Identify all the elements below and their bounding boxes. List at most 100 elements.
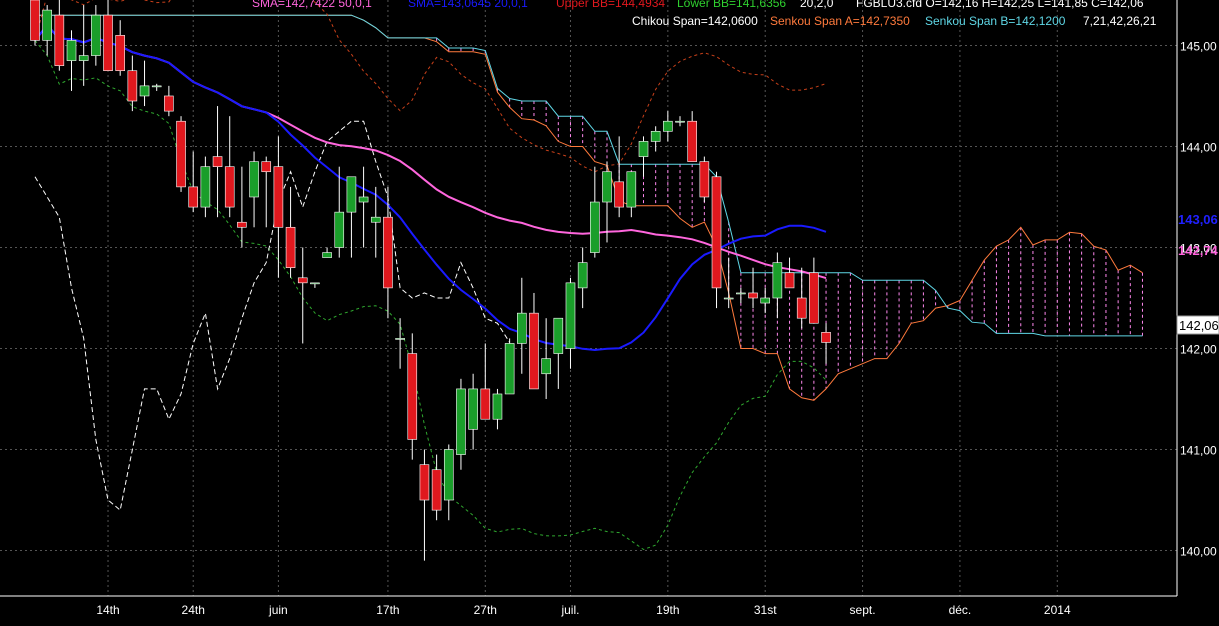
candle <box>821 323 831 364</box>
y-tick-label: 145,00 <box>1180 39 1217 53</box>
candle-body <box>809 272 819 324</box>
candle-body <box>297 277 308 284</box>
candle-body <box>42 9 52 41</box>
sma50-readout: SMA=142,7422 50,0,1 <box>252 0 372 10</box>
candle <box>103 0 113 72</box>
y-tick-label: 141,00 <box>1180 444 1217 458</box>
candle-body <box>212 156 223 167</box>
candle <box>590 166 600 258</box>
axes <box>0 0 1178 597</box>
candle <box>42 5 52 56</box>
candle-body <box>784 272 795 289</box>
candle-body <box>480 388 491 420</box>
candle-body <box>650 131 661 142</box>
sma20-readout: SMA=143,0645 20,0,1 <box>408 0 528 10</box>
candle <box>541 318 551 400</box>
upper-bb-readout: Upper BB=144,4934 <box>556 0 666 10</box>
candle-body <box>127 70 138 102</box>
candle <box>614 136 624 218</box>
candle-body <box>249 161 259 198</box>
candle <box>176 116 186 192</box>
candle-body <box>675 120 685 123</box>
candle <box>809 257 819 324</box>
candle <box>164 85 174 117</box>
candle <box>322 247 332 258</box>
candle-body <box>176 120 186 188</box>
candle <box>419 449 430 561</box>
candle-body <box>736 292 746 295</box>
x-tick-label: 24th <box>182 603 205 617</box>
candle <box>748 267 758 309</box>
candle-body <box>261 161 272 173</box>
candle-body <box>419 464 430 501</box>
candle <box>334 166 345 258</box>
candle-body <box>553 317 564 354</box>
candle-body <box>237 221 247 228</box>
candle-body <box>468 388 478 430</box>
candle-body <box>91 14 101 56</box>
candle <box>212 106 223 218</box>
candle-body <box>687 120 697 162</box>
candle-body <box>492 393 503 420</box>
x-tick-label: 31st <box>754 603 777 617</box>
candle-body <box>103 14 113 72</box>
ichimoku-params: 7,21,42,26,21 <box>1083 14 1157 28</box>
candle-body <box>164 95 174 112</box>
candle-body <box>516 312 527 344</box>
candle <box>30 0 40 46</box>
candle <box>516 277 527 374</box>
candle-body <box>541 358 551 375</box>
candle-body <box>285 226 296 268</box>
candle-body <box>772 262 783 299</box>
candle-body <box>663 120 673 132</box>
candle <box>127 55 138 112</box>
sma50-price-label: 142,74 <box>1178 243 1219 258</box>
candle <box>151 83 162 91</box>
candle <box>443 444 454 521</box>
candle-body <box>334 211 345 248</box>
candle-body <box>78 55 89 61</box>
candle <box>395 318 405 369</box>
chart-canvas[interactable]: 140,00141,00142,00143,00144,00145,00 14t… <box>0 0 1219 626</box>
candle <box>237 166 247 248</box>
candle <box>504 338 515 395</box>
candle <box>565 277 576 369</box>
candle-body <box>66 40 77 61</box>
candle <box>736 287 746 304</box>
candle <box>711 171 722 309</box>
candle-body <box>602 171 612 203</box>
candle-body <box>821 332 831 343</box>
candle-body <box>443 449 454 501</box>
candle <box>200 156 211 218</box>
candle-body <box>529 312 539 390</box>
candle <box>358 166 369 248</box>
candle <box>115 20 125 76</box>
candle <box>310 282 320 288</box>
candle-body <box>346 176 357 213</box>
candle <box>796 267 807 329</box>
sma50-line <box>34 23 827 280</box>
candle <box>650 126 661 152</box>
candle <box>431 454 442 521</box>
candle <box>468 373 478 450</box>
candle <box>626 171 637 218</box>
ohlc-readout: FGBLU3.cfd O=142,16 H=142,25 L=141,85 C=… <box>856 0 1144 10</box>
candle <box>602 161 612 243</box>
x-tick-label: juil. <box>560 603 579 617</box>
x-tick-label: 17th <box>376 603 399 617</box>
candle <box>346 176 357 258</box>
grid <box>0 0 1177 596</box>
x-tick-label: sept. <box>850 603 876 617</box>
candle <box>480 343 491 420</box>
x-tick-label: 27th <box>474 603 497 617</box>
candle <box>273 136 284 278</box>
indicator-lines <box>34 0 1143 551</box>
candle-body <box>504 343 515 395</box>
senkou-a-readout: Senkou Span A=142,7350 <box>770 14 910 28</box>
candle <box>577 247 588 309</box>
candle <box>249 151 259 228</box>
candle-body <box>407 353 418 440</box>
candle-body <box>30 0 40 41</box>
candle <box>760 287 771 314</box>
candle <box>261 156 272 228</box>
